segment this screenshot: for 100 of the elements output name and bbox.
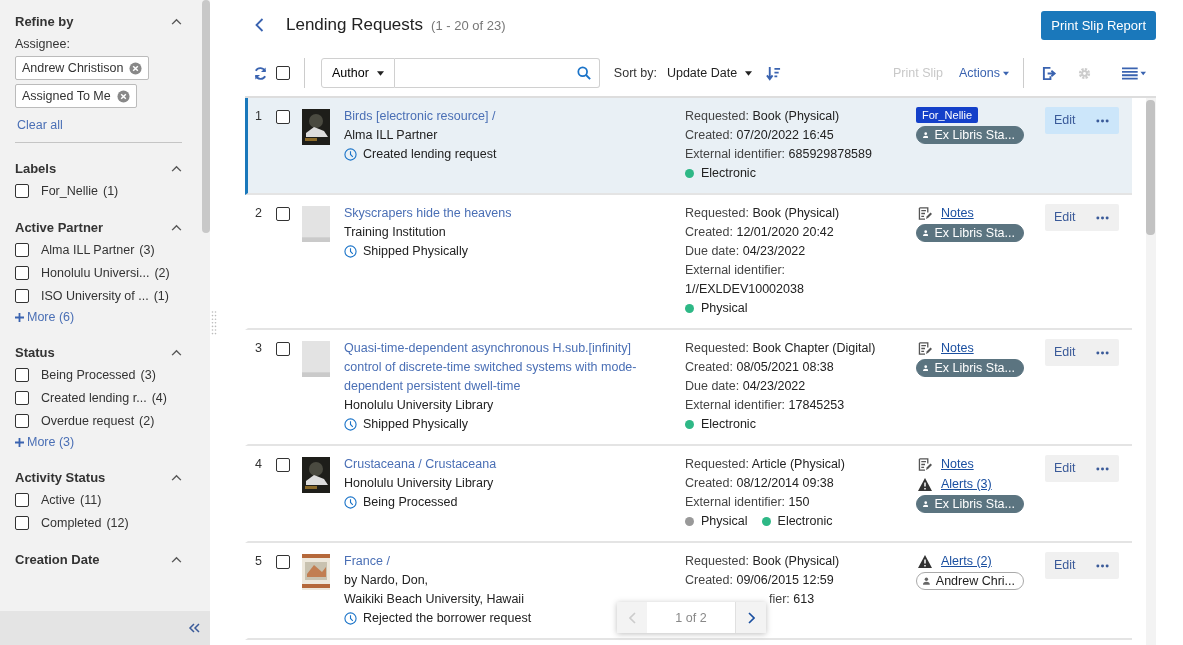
more-link[interactable]: More (6) xyxy=(15,307,186,327)
actions-menu[interactable]: Actions xyxy=(959,66,1009,80)
collapse-sidebar-icon[interactable] xyxy=(188,623,200,633)
option-count: (11) xyxy=(80,492,102,507)
collapse-icon[interactable] xyxy=(171,555,182,563)
detail-text: Requested: Book (Physical) xyxy=(685,108,841,125)
alerts-link[interactable]: Alerts (2) xyxy=(941,552,992,571)
row-number: 1 xyxy=(255,108,263,125)
notes-link[interactable]: Notes xyxy=(941,204,974,223)
assignee-chip[interactable]: Ex Libris Sta... xyxy=(916,359,1024,377)
assignee-chip[interactable]: Ex Libris Sta... xyxy=(916,495,1024,513)
clear-all-link[interactable]: Clear all xyxy=(17,118,184,132)
format-text: Electronic xyxy=(777,513,833,530)
collapse-icon[interactable] xyxy=(171,223,182,231)
plus-icon[interactable] xyxy=(15,312,24,322)
search-scope-dropdown[interactable]: Author xyxy=(321,58,395,88)
row-checkbox[interactable] xyxy=(276,342,290,356)
more-options-icon[interactable] xyxy=(1096,350,1109,355)
label-tag[interactable]: For_Nellie xyxy=(916,107,979,123)
collapse-icon[interactable] xyxy=(171,348,182,356)
detail-text: Requested: Book Chapter (Digital) xyxy=(685,340,877,357)
remove-icon[interactable] xyxy=(129,61,143,75)
row-checkbox[interactable] xyxy=(276,555,290,569)
plus-icon[interactable] xyxy=(15,437,24,447)
filter-option[interactable]: For_Nellie xyxy=(41,183,98,198)
section-title: Creation Date xyxy=(15,551,100,567)
checkbox[interactable] xyxy=(15,183,29,198)
scrollbar-thumb[interactable] xyxy=(1146,100,1155,235)
more-link[interactable]: More (3) xyxy=(15,432,186,452)
row-checkbox[interactable] xyxy=(276,207,290,221)
filter-option[interactable]: Created lending r... xyxy=(41,390,147,405)
more-options-icon[interactable] xyxy=(1096,215,1109,220)
sort-label: Sort by: xyxy=(613,66,657,80)
notes-icon xyxy=(918,342,932,355)
checkbox[interactable] xyxy=(15,413,29,428)
checkbox[interactable] xyxy=(15,242,29,257)
checkbox[interactable] xyxy=(15,265,29,280)
next-page-button[interactable] xyxy=(736,602,766,633)
more-options-icon[interactable] xyxy=(1096,563,1109,568)
checkbox[interactable] xyxy=(15,288,29,303)
filter-option[interactable]: ISO University of ... xyxy=(41,288,149,303)
title-link[interactable]: Birds [electronic resource] / xyxy=(344,107,670,126)
alerts-link[interactable]: Alerts (3) xyxy=(941,475,992,494)
checkbox[interactable] xyxy=(15,492,29,507)
request-row[interactable] xyxy=(245,98,1132,195)
refresh-icon[interactable] xyxy=(253,65,268,81)
collapse-icon[interactable] xyxy=(171,164,182,172)
list-view-icon[interactable] xyxy=(1122,65,1146,81)
filter-chip[interactable]: Assigned To Me xyxy=(15,84,137,108)
filter-option[interactable]: Honolulu Universi... xyxy=(41,265,150,280)
clock-icon xyxy=(344,612,357,625)
partner-text: Honolulu University Library xyxy=(344,397,495,414)
filter-option[interactable]: Active xyxy=(41,492,76,507)
title-link[interactable]: Crustaceana / Crustaceana xyxy=(344,455,670,474)
chevron-right-icon[interactable] xyxy=(747,611,755,624)
back-icon[interactable] xyxy=(255,18,264,32)
detail-text: Created: 12/01/2020 20:42 xyxy=(685,224,835,241)
section-title: Status xyxy=(15,344,55,360)
caret-icon[interactable] xyxy=(745,70,753,76)
more-options-icon[interactable] xyxy=(1096,118,1109,123)
filter-option[interactable]: Being Processed xyxy=(41,367,136,382)
more-options-icon[interactable] xyxy=(1096,466,1109,471)
search-icon[interactable] xyxy=(576,66,591,80)
partner-text: Alma ILL Partner xyxy=(344,127,439,144)
option-count: (3) xyxy=(139,242,155,257)
status-text: Shipped Physically xyxy=(363,416,468,433)
checkbox[interactable] xyxy=(15,515,29,530)
detail-text: Requested: Book (Physical) xyxy=(685,553,841,570)
filter-chip[interactable]: Andrew Christison xyxy=(15,56,150,80)
select-all-checkbox[interactable] xyxy=(276,66,290,80)
title-link[interactable]: Skyscrapers hide the heavens xyxy=(344,204,670,223)
assignee-chip[interactable]: Andrew Chri... xyxy=(916,572,1024,590)
collapse-icon[interactable] xyxy=(171,473,182,481)
checkbox[interactable] xyxy=(15,390,29,405)
row-number: 4 xyxy=(255,456,263,473)
search-field[interactable] xyxy=(394,58,600,88)
row-checkbox[interactable] xyxy=(276,110,290,124)
caret-icon[interactable] xyxy=(376,70,384,76)
row-checkbox[interactable] xyxy=(276,458,290,472)
title-link[interactable]: Quasi-time-dependent asynchronous H.sub.[infinity] control of discrete-time switched systems with mode-dependent persistent dwell-time xyxy=(344,339,670,396)
scrollbar-thumb[interactable] xyxy=(202,0,210,233)
sort-order-icon[interactable] xyxy=(766,65,782,81)
collapse-icon[interactable] xyxy=(171,17,182,25)
filter-option[interactable]: Completed xyxy=(41,515,102,530)
remove-icon[interactable] xyxy=(116,89,130,103)
export-icon[interactable] xyxy=(1042,65,1057,81)
print-slip-report-button[interactable]: Print Slip Report xyxy=(1041,10,1156,40)
filter-option[interactable]: Overdue request xyxy=(41,413,135,428)
assignee-chip[interactable]: Ex Libris Sta... xyxy=(916,224,1024,242)
title-link[interactable]: France / xyxy=(344,552,670,571)
format-text: Physical xyxy=(701,513,748,530)
resize-handle[interactable] xyxy=(211,309,217,336)
assignee-chip[interactable]: Ex Libris Sta... xyxy=(916,126,1024,144)
notes-link[interactable]: Notes xyxy=(941,455,974,474)
sort-dropdown[interactable]: Update Date xyxy=(660,65,759,81)
checkbox[interactable] xyxy=(15,367,29,382)
filter-option[interactable]: Alma ILL Partner xyxy=(41,242,135,257)
person-icon xyxy=(923,575,930,587)
option-count: (4) xyxy=(151,390,167,405)
notes-link[interactable]: Notes xyxy=(941,339,974,358)
